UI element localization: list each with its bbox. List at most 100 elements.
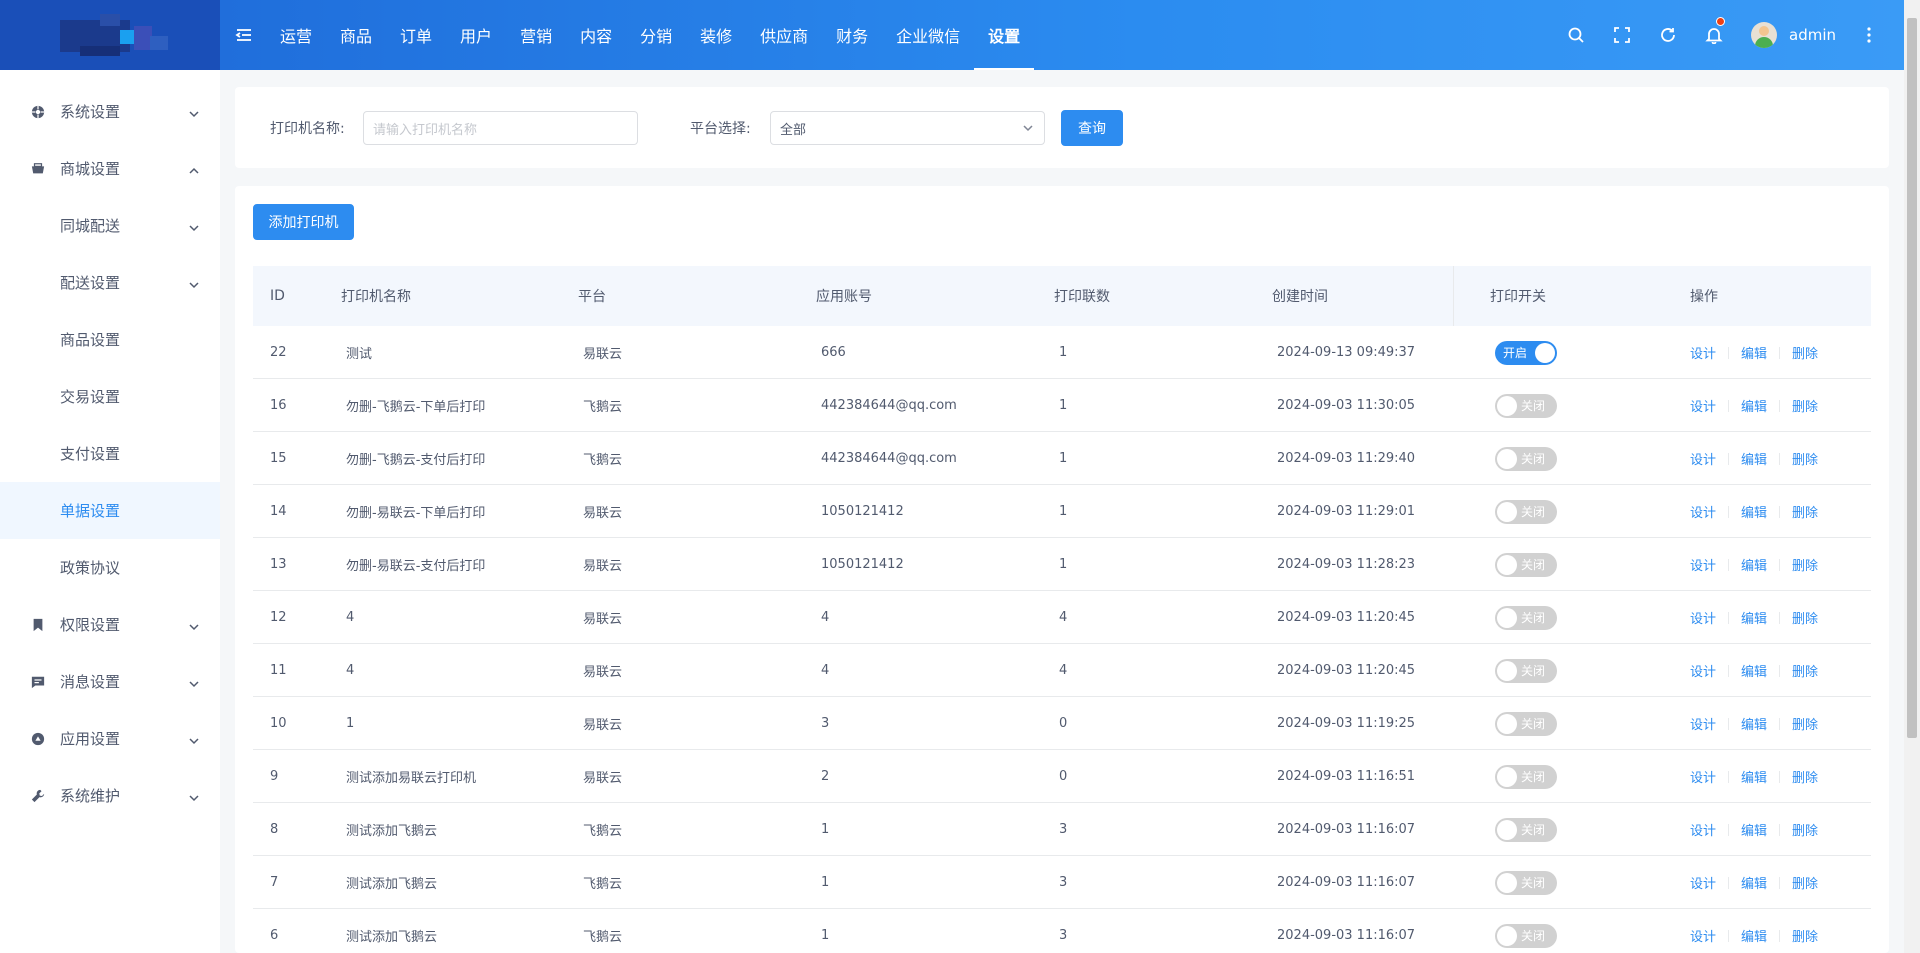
design-link[interactable]: 设计: [1690, 873, 1716, 892]
delete-link[interactable]: 删除: [1792, 396, 1818, 415]
delete-link[interactable]: 删除: [1792, 608, 1818, 627]
design-link[interactable]: 设计: [1690, 449, 1716, 468]
print-toggle-switch[interactable]: 关闭: [1495, 764, 1557, 789]
edit-link[interactable]: 编辑: [1741, 661, 1767, 680]
design-link[interactable]: 设计: [1690, 502, 1716, 521]
delete-link[interactable]: 删除: [1792, 714, 1818, 733]
switch-label: 关闭: [1521, 664, 1546, 678]
edit-link[interactable]: 编辑: [1741, 343, 1767, 362]
delete-link[interactable]: 删除: [1792, 343, 1818, 362]
edit-link[interactable]: 编辑: [1741, 926, 1767, 945]
edit-link[interactable]: 编辑: [1741, 820, 1767, 839]
delete-link[interactable]: 删除: [1792, 661, 1818, 680]
action-divider: [1779, 346, 1781, 359]
logo[interactable]: [0, 0, 220, 70]
search-icon[interactable]: [1553, 0, 1599, 70]
edit-link[interactable]: 编辑: [1741, 608, 1767, 627]
chevron-down-icon: [188, 676, 200, 688]
user-menu[interactable]: admin: [1751, 22, 1836, 48]
sidebar-item-11[interactable]: 应用设置: [0, 710, 220, 767]
sidebar-item-0[interactable]: 系统设置: [0, 83, 220, 140]
sidebar-item-3[interactable]: 配送设置: [0, 254, 220, 311]
nav-item-9[interactable]: 财务: [822, 0, 882, 70]
printer-name-input[interactable]: 请输入打印机名称: [363, 111, 638, 145]
add-printer-button[interactable]: 添加打印机: [253, 204, 354, 240]
more-vertical-icon[interactable]: [1854, 0, 1884, 70]
design-link[interactable]: 设计: [1690, 396, 1716, 415]
nav-item-2[interactable]: 订单: [386, 0, 446, 70]
design-link[interactable]: 设计: [1690, 661, 1716, 680]
nav-item-1[interactable]: 商品: [326, 0, 386, 70]
printer-table-panel: 添加打印机 ID 打印机名称 平台 应用账号 打印联数 创建时间 打印开关 操作 22 测试 易联…: [235, 186, 1889, 953]
print-toggle-switch[interactable]: 关闭: [1495, 817, 1557, 842]
design-link[interactable]: 设计: [1690, 926, 1716, 945]
nav-item-4[interactable]: 营销: [506, 0, 566, 70]
sidebar-item-9[interactable]: 权限设置: [0, 596, 220, 653]
nav-item-6[interactable]: 分销: [626, 0, 686, 70]
sidebar-item-6[interactable]: 支付设置: [0, 425, 220, 482]
page-scrollbar[interactable]: [1904, 0, 1920, 953]
delete-link[interactable]: 删除: [1792, 767, 1818, 786]
print-toggle-switch[interactable]: 关闭: [1495, 658, 1557, 683]
design-link[interactable]: 设计: [1690, 714, 1716, 733]
cell-print-switch: 关闭: [1495, 909, 1557, 953]
delete-link[interactable]: 删除: [1792, 820, 1818, 839]
platform-select[interactable]: 全部: [770, 111, 1045, 145]
delete-link[interactable]: 删除: [1792, 555, 1818, 574]
sidebar-item-10[interactable]: 消息设置: [0, 653, 220, 710]
nav-item-7[interactable]: 装修: [686, 0, 746, 70]
edit-link[interactable]: 编辑: [1741, 502, 1767, 521]
design-link[interactable]: 设计: [1690, 820, 1716, 839]
scrollbar-thumb[interactable]: [1907, 18, 1917, 738]
cell-name: 勿删-飞鹅云-支付后打印: [346, 453, 486, 468]
delete-link[interactable]: 删除: [1792, 449, 1818, 468]
edit-link[interactable]: 编辑: [1741, 767, 1767, 786]
notification-bell-icon[interactable]: [1691, 0, 1737, 70]
print-toggle-switch[interactable]: 关闭: [1495, 923, 1557, 948]
sidebar-item-label: 配送设置: [60, 274, 121, 292]
delete-link[interactable]: 删除: [1792, 502, 1818, 521]
nav-item-0[interactable]: 运营: [266, 0, 326, 70]
refresh-icon[interactable]: [1645, 0, 1691, 70]
delete-link[interactable]: 删除: [1792, 926, 1818, 945]
print-toggle-switch[interactable]: 关闭: [1495, 393, 1557, 418]
edit-link[interactable]: 编辑: [1741, 449, 1767, 468]
edit-link[interactable]: 编辑: [1741, 873, 1767, 892]
print-toggle-switch[interactable]: 关闭: [1495, 552, 1557, 577]
action-divider: [1728, 929, 1730, 942]
menu-toggle-icon[interactable]: [230, 0, 258, 70]
delete-link[interactable]: 删除: [1792, 873, 1818, 892]
nav-item-3[interactable]: 用户: [446, 0, 506, 70]
fullscreen-icon[interactable]: [1599, 0, 1645, 70]
nav-item-11[interactable]: 设置: [974, 0, 1035, 70]
print-toggle-switch[interactable]: 关闭: [1495, 499, 1557, 524]
sidebar-item-5[interactable]: 交易设置: [0, 368, 220, 425]
query-button[interactable]: 查询: [1061, 110, 1123, 146]
print-toggle-switch[interactable]: 关闭: [1495, 446, 1557, 471]
edit-link[interactable]: 编辑: [1741, 714, 1767, 733]
cell-created: 2024-09-03 11:29:40: [1277, 451, 1416, 466]
design-link[interactable]: 设计: [1690, 608, 1716, 627]
nav-item-10[interactable]: 企业微信: [882, 0, 974, 70]
print-toggle-switch[interactable]: 关闭: [1495, 711, 1557, 736]
sidebar-item-1[interactable]: 商城设置: [0, 140, 220, 197]
switch-knob: [1497, 395, 1517, 416]
print-toggle-switch[interactable]: 关闭: [1495, 870, 1557, 895]
nav-item-8[interactable]: 供应商: [746, 0, 822, 70]
sidebar-item-7[interactable]: 单据设置: [0, 482, 220, 539]
print-toggle-switch[interactable]: 开启: [1495, 340, 1557, 365]
sidebar-item-label: 商城设置: [60, 160, 121, 178]
print-toggle-switch[interactable]: 关闭: [1495, 605, 1557, 630]
sidebar-item-8[interactable]: 政策协议: [0, 539, 220, 596]
sidebar-item-4[interactable]: 商品设置: [0, 311, 220, 368]
nav-item-5[interactable]: 内容: [566, 0, 626, 70]
design-link[interactable]: 设计: [1690, 343, 1716, 362]
design-link[interactable]: 设计: [1690, 555, 1716, 574]
design-link[interactable]: 设计: [1690, 767, 1716, 786]
edit-link[interactable]: 编辑: [1741, 555, 1767, 574]
cell-id: 14: [270, 504, 287, 519]
sidebar-item-2[interactable]: 同城配送: [0, 197, 220, 254]
sidebar-item-12[interactable]: 系统维护: [0, 767, 220, 824]
edit-link[interactable]: 编辑: [1741, 396, 1767, 415]
cell-name: 4: [346, 610, 355, 625]
